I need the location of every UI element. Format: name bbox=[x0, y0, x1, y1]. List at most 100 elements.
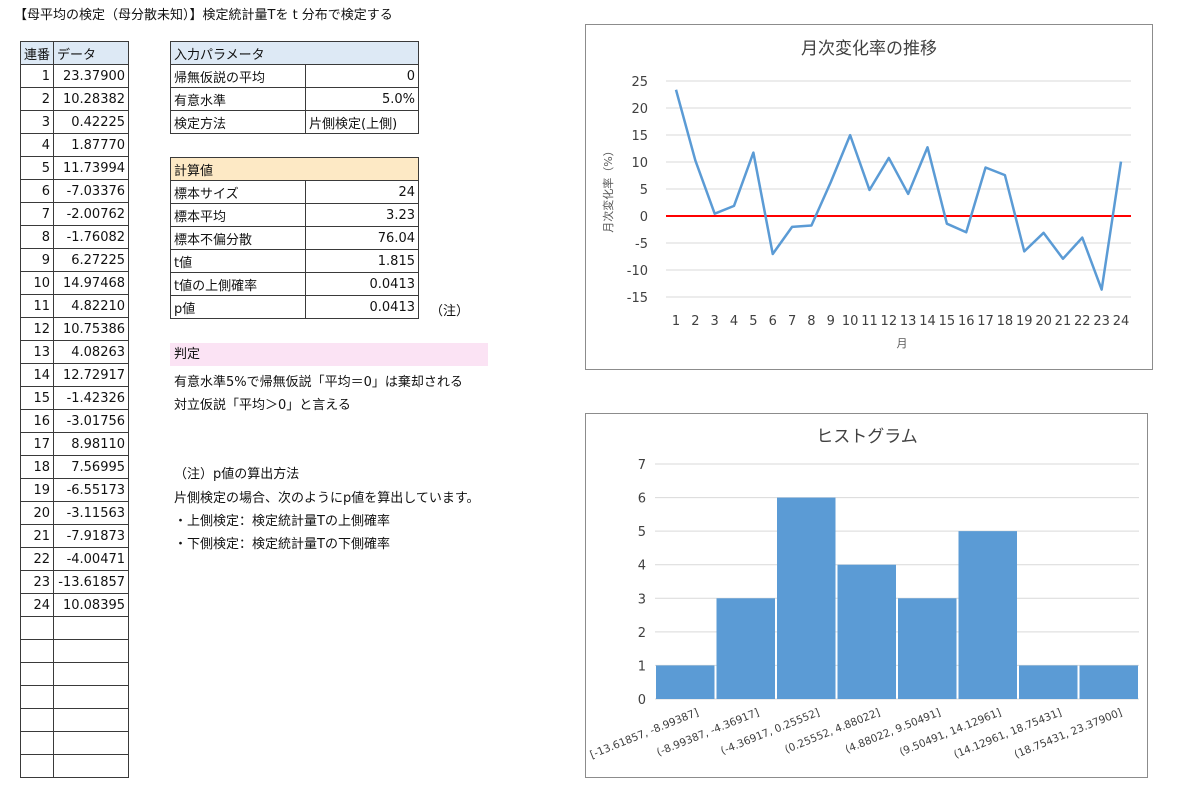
row-value-cell[interactable]: 12.72917 bbox=[53, 363, 130, 387]
row-value-cell[interactable] bbox=[53, 662, 130, 686]
row-value-cell[interactable]: 4.08263 bbox=[53, 340, 130, 364]
calc-value[interactable]: 76.04 bbox=[305, 226, 419, 250]
table-row bbox=[19, 662, 130, 686]
row-index-cell[interactable] bbox=[19, 754, 55, 778]
row-index-cell[interactable]: 1 bbox=[19, 64, 55, 88]
y-tick-label: 0 bbox=[638, 693, 646, 708]
row-index-cell[interactable]: 7 bbox=[19, 202, 55, 226]
param-value[interactable]: 片側検定(上側) bbox=[305, 110, 419, 134]
row-index-cell[interactable]: 14 bbox=[19, 363, 55, 387]
table-row: 12 10.75386 bbox=[19, 317, 130, 341]
row-index-cell[interactable]: 13 bbox=[19, 340, 55, 364]
calc-value[interactable]: 0.0413 bbox=[305, 295, 419, 319]
row-value-cell[interactable] bbox=[53, 639, 130, 663]
row-value-cell[interactable]: 0.42225 bbox=[53, 110, 130, 134]
row-index-cell[interactable]: 15 bbox=[19, 386, 55, 410]
row-index-cell[interactable] bbox=[19, 639, 55, 663]
table-row: 11 4.82210 bbox=[19, 294, 130, 318]
row-index-cell[interactable]: 8 bbox=[19, 225, 55, 249]
y-tick-label: -10 bbox=[627, 264, 648, 279]
row-value-cell[interactable]: -3.01756 bbox=[53, 409, 130, 433]
row-index-cell[interactable] bbox=[19, 616, 55, 640]
row-value-cell[interactable]: 1.87770 bbox=[53, 133, 130, 157]
row-value-cell[interactable]: -1.76082 bbox=[53, 225, 130, 249]
line-chart[interactable]: 月次変化率の推移 25 20 15 10 5 0 -5 -10 -15 1 2 3 4 5 6 7 8 9 10 11 1… bbox=[585, 24, 1153, 370]
x-tick-label: 12 bbox=[881, 314, 898, 329]
row-value-cell[interactable]: 10.75386 bbox=[53, 317, 130, 341]
row-index-cell[interactable] bbox=[19, 708, 55, 732]
row-index-cell[interactable]: 21 bbox=[19, 524, 55, 548]
y-tick-label: 4 bbox=[638, 559, 646, 574]
row-index-cell[interactable]: 16 bbox=[19, 409, 55, 433]
row-index-cell[interactable]: 6 bbox=[19, 179, 55, 203]
table-row bbox=[19, 639, 130, 663]
row-value-cell[interactable]: -1.42326 bbox=[53, 386, 130, 410]
row-index-cell[interactable]: 23 bbox=[19, 570, 55, 594]
row-value-cell[interactable] bbox=[53, 754, 130, 778]
row-value-cell[interactable]: 7.56995 bbox=[53, 455, 130, 479]
row-index-cell[interactable] bbox=[19, 685, 55, 709]
histogram-chart[interactable]: ヒストグラム 0 1 2 3 4 5 6 7 [-13.61857, -8.99387] (-8.9… bbox=[585, 413, 1148, 778]
row-value-cell[interactable]: 11.73994 bbox=[53, 156, 130, 180]
row-value-cell[interactable]: -7.03376 bbox=[53, 179, 130, 203]
x-tick-label: 16 bbox=[958, 314, 975, 329]
table-row: 19 -6.55173 bbox=[19, 478, 130, 502]
table-row bbox=[19, 731, 130, 755]
histogram-bar bbox=[898, 598, 957, 699]
row-index-cell[interactable]: 5 bbox=[19, 156, 55, 180]
row-index-cell[interactable]: 3 bbox=[19, 110, 55, 134]
row-index-cell[interactable]: 19 bbox=[19, 478, 55, 502]
row-value-cell[interactable]: 10.28382 bbox=[53, 87, 130, 111]
row-value-cell[interactable]: 8.98110 bbox=[53, 432, 130, 456]
row-index-cell[interactable]: 20 bbox=[19, 501, 55, 525]
row-value-cell[interactable]: 10.08395 bbox=[53, 593, 130, 617]
line-chart-svg: 月次変化率の推移2520151050-5-10-151 2 3 4 5 6 7 8 9 10 11 1… bbox=[601, 39, 1131, 350]
row-index-cell[interactable]: 4 bbox=[19, 133, 55, 157]
param-value[interactable]: 0 bbox=[305, 64, 419, 88]
row-value-cell[interactable]: 14.97468 bbox=[53, 271, 130, 295]
y-tick-label: 20 bbox=[631, 102, 648, 117]
histogram-bar bbox=[1019, 665, 1078, 699]
row-index-cell[interactable] bbox=[19, 662, 55, 686]
x-tick-label: 11 bbox=[861, 314, 878, 329]
x-tick-label: (-8.99387, -4.36917] bbox=[655, 707, 761, 759]
note-title: （注）p値の算出方法 bbox=[174, 467, 300, 482]
table-row: 21 -7.91873 bbox=[19, 524, 130, 548]
table-row: 5 11.73994 bbox=[19, 156, 130, 180]
row-value-cell[interactable] bbox=[53, 731, 130, 755]
calc-value[interactable]: 24 bbox=[305, 180, 419, 204]
row-index-cell[interactable]: 18 bbox=[19, 455, 55, 479]
row-index-cell[interactable]: 10 bbox=[19, 271, 55, 295]
row-value-cell[interactable]: -7.91873 bbox=[53, 524, 130, 548]
row-index-cell[interactable]: 9 bbox=[19, 248, 55, 272]
row-value-cell[interactable]: -4.00471 bbox=[53, 547, 130, 571]
param-label: 帰無仮説の平均 bbox=[170, 64, 306, 88]
row-index-cell[interactable]: 17 bbox=[19, 432, 55, 456]
row-value-cell[interactable]: 4.82210 bbox=[53, 294, 130, 318]
row-value-cell[interactable] bbox=[53, 685, 130, 709]
y-tick-label: 3 bbox=[638, 592, 646, 607]
row-index-cell[interactable]: 2 bbox=[19, 87, 55, 111]
calc-label: t値の上側確率 bbox=[170, 272, 306, 296]
judgement-line-2: 対立仮説「平均＞0」と言える bbox=[174, 398, 351, 413]
row-value-cell[interactable]: -2.00762 bbox=[53, 202, 130, 226]
row-index-cell[interactable] bbox=[19, 731, 55, 755]
row-index-cell[interactable]: 24 bbox=[19, 593, 55, 617]
calc-value[interactable]: 3.23 bbox=[305, 203, 419, 227]
row-value-cell[interactable]: -13.61857 bbox=[53, 570, 130, 594]
calc-value[interactable]: 0.0413 bbox=[305, 272, 419, 296]
row-value-cell[interactable]: -6.55173 bbox=[53, 478, 130, 502]
row-index-cell[interactable]: 12 bbox=[19, 317, 55, 341]
x-tick-label: 21 bbox=[1055, 314, 1072, 329]
row-value-cell[interactable] bbox=[53, 616, 130, 640]
row-value-cell[interactable]: -3.11563 bbox=[53, 501, 130, 525]
row-value-cell[interactable]: 6.27225 bbox=[53, 248, 130, 272]
row-value-cell[interactable] bbox=[53, 708, 130, 732]
calc-value[interactable]: 1.815 bbox=[305, 249, 419, 273]
row-index-cell[interactable]: 22 bbox=[19, 547, 55, 571]
row-value-cell[interactable]: 23.37900 bbox=[53, 64, 130, 88]
y-tick-label: 5 bbox=[640, 183, 648, 198]
y-tick-label: 15 bbox=[631, 129, 648, 144]
row-index-cell[interactable]: 11 bbox=[19, 294, 55, 318]
param-value[interactable]: 5.0% bbox=[305, 87, 419, 111]
